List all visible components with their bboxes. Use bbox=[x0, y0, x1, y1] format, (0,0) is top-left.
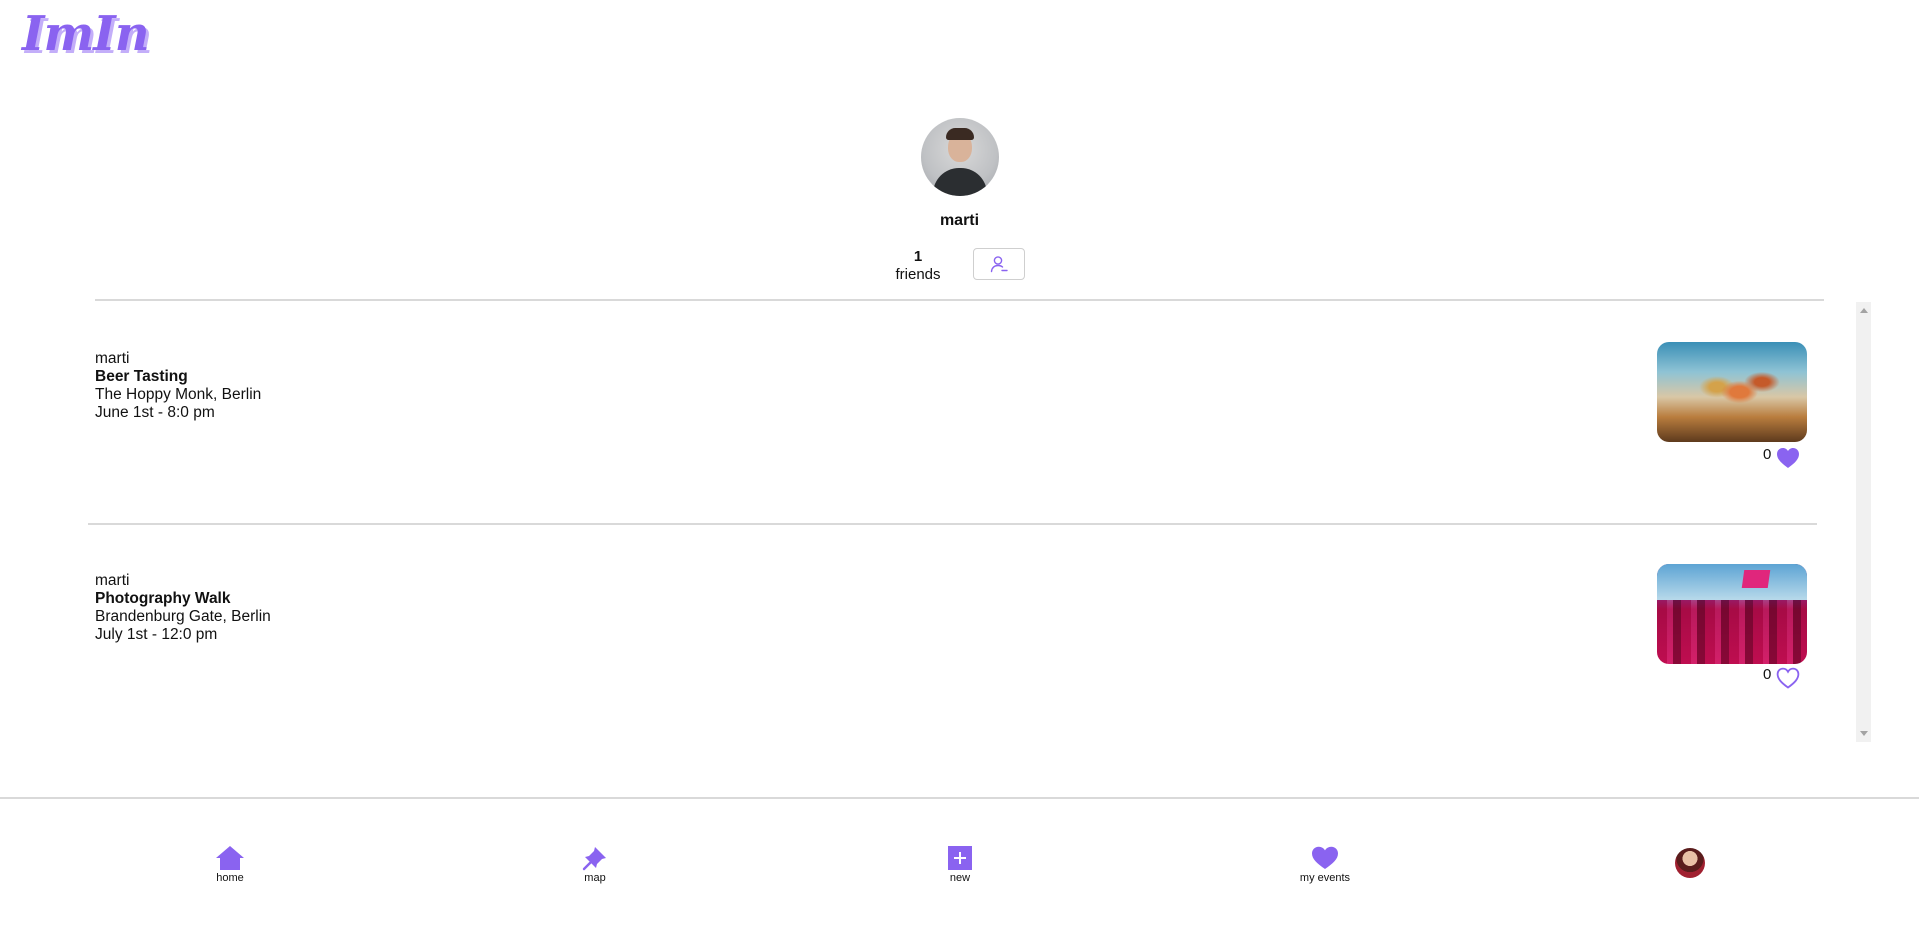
divider bbox=[0, 797, 1919, 799]
event-host: marti bbox=[95, 350, 130, 367]
event-title[interactable]: Photography Walk bbox=[95, 590, 271, 608]
nav-new[interactable]: new bbox=[910, 845, 1010, 884]
event-info: marti Photography Walk Brandenburg Gate,… bbox=[95, 572, 271, 644]
event-title[interactable]: Beer Tasting bbox=[95, 368, 261, 386]
nav-map[interactable]: map bbox=[545, 845, 645, 884]
divider bbox=[88, 523, 1817, 525]
event-feed[interactable]: marti Beer Tasting The Hoppy Monk, Berli… bbox=[0, 302, 1919, 742]
unfriend-button[interactable] bbox=[973, 248, 1025, 280]
nav-home[interactable]: home bbox=[180, 845, 280, 884]
home-icon bbox=[216, 846, 244, 870]
user-minus-icon bbox=[990, 256, 1008, 273]
nav-new-label: new bbox=[949, 872, 971, 884]
plus-square-icon bbox=[948, 846, 972, 870]
divider bbox=[95, 299, 1824, 301]
event-location: Brandenburg Gate, Berlin bbox=[95, 608, 271, 625]
event-card[interactable]: marti Beer Tasting The Hoppy Monk, Berli… bbox=[95, 342, 1810, 480]
friends-count-number: 1 bbox=[913, 248, 923, 265]
bottom-nav: home map new my events bbox=[0, 845, 1919, 895]
nav-my-events-label: my events bbox=[1299, 872, 1351, 884]
profile-avatar bbox=[920, 118, 999, 196]
heart-filled-icon[interactable] bbox=[1775, 446, 1801, 470]
profile-name: marti bbox=[939, 212, 980, 229]
event-host: marti bbox=[95, 572, 130, 589]
event-card[interactable]: marti Photography Walk Brandenburg Gate,… bbox=[95, 564, 1810, 702]
event-likes: 0 bbox=[1763, 666, 1801, 690]
nav-home-label: home bbox=[216, 872, 244, 884]
event-image[interactable] bbox=[1657, 564, 1807, 664]
like-count: 0 bbox=[1763, 446, 1772, 463]
friends-count[interactable]: 1 friends bbox=[880, 248, 956, 284]
scroll-down-icon[interactable] bbox=[1860, 731, 1868, 736]
event-datetime: June 1st - 8:0 pm bbox=[95, 404, 215, 421]
event-datetime: July 1st - 12:0 pm bbox=[95, 626, 218, 643]
event-image[interactable] bbox=[1657, 342, 1807, 442]
pin-icon bbox=[582, 847, 606, 871]
nav-map-label: map bbox=[584, 872, 606, 884]
friends-count-label: friends bbox=[895, 266, 941, 283]
event-likes: 0 bbox=[1763, 446, 1801, 470]
scroll-up-icon[interactable] bbox=[1860, 308, 1868, 313]
app-logo[interactable]: ImIn bbox=[22, 6, 150, 62]
profile-header: marti bbox=[0, 118, 1919, 230]
nav-my-events[interactable]: my events bbox=[1275, 845, 1375, 884]
heart-icon bbox=[1312, 846, 1338, 869]
event-location: The Hoppy Monk, Berlin bbox=[95, 386, 262, 403]
friends-row: 1 friends bbox=[0, 248, 1919, 288]
like-count: 0 bbox=[1763, 666, 1772, 683]
heart-outline-icon[interactable] bbox=[1775, 666, 1801, 690]
event-info: marti Beer Tasting The Hoppy Monk, Berli… bbox=[95, 350, 261, 422]
nav-profile-avatar[interactable] bbox=[1675, 848, 1705, 878]
feed-scrollbar[interactable] bbox=[1856, 302, 1871, 742]
